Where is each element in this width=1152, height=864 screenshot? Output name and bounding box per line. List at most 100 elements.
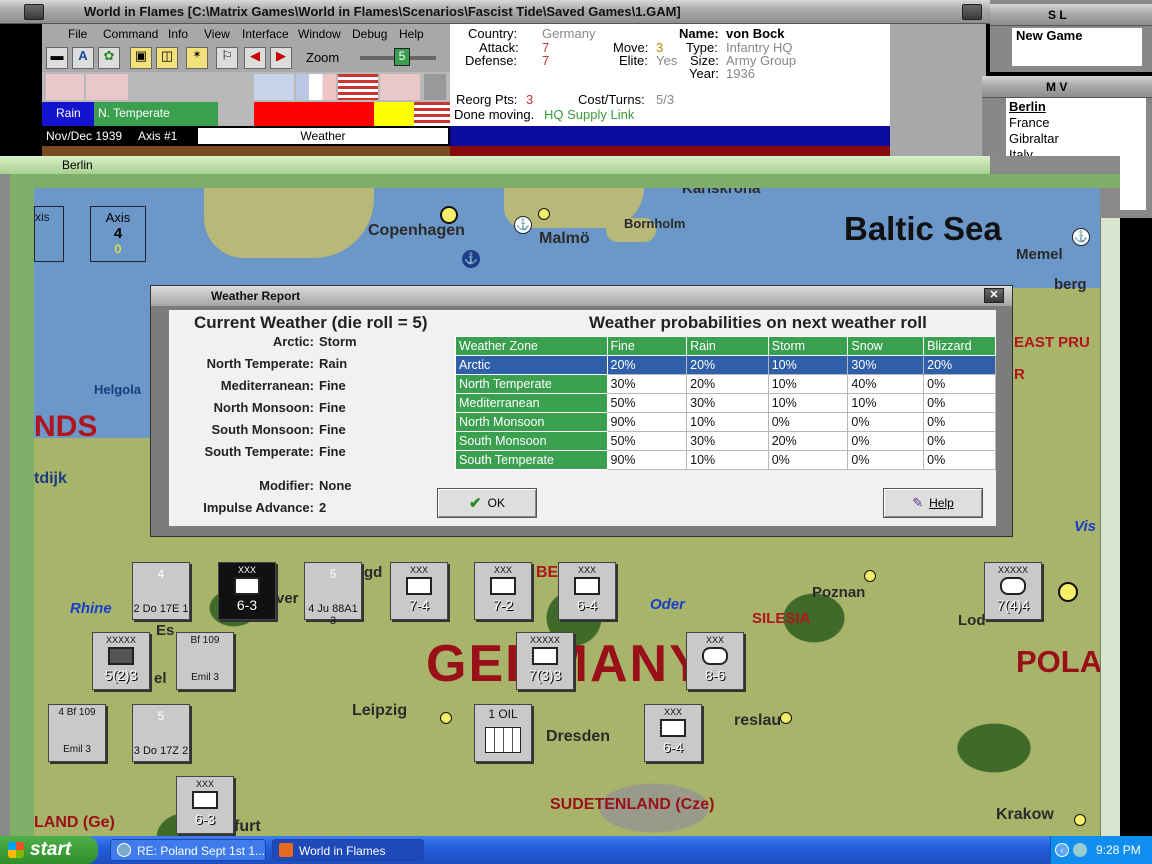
back-arrow-icon[interactable]: ◀: [244, 47, 266, 69]
row-blizzard: 20%: [923, 355, 996, 375]
mv-item-berlin[interactable]: Berlin: [1009, 99, 1146, 115]
usa-flag-icon[interactable]: [338, 74, 378, 100]
unit-berlin-m[interactable]: XXX 7-2: [474, 562, 532, 620]
taskbar-item-email[interactable]: RE: Poland Sept 1st 1...: [110, 839, 266, 861]
row-fine: 50%: [606, 393, 688, 413]
ok-button[interactable]: ✔ OK: [437, 488, 537, 518]
table-row[interactable]: North Temperate 30% 20% 10% 40% 0%: [455, 374, 996, 394]
unit-do17e[interactable]: 4 2 Do 17E 1: [132, 562, 190, 620]
menu-view[interactable]: View: [204, 27, 230, 41]
table-row[interactable]: North Monsoon 90% 10% 0% 0% 0%: [455, 412, 996, 432]
map-left-strip: [10, 174, 34, 836]
label-frankfurt: furt: [234, 818, 261, 835]
unit-bf109-b[interactable]: 4 Bf 109 Emil 3: [48, 704, 106, 762]
ok-button-label: OK: [487, 496, 505, 510]
germany-coords-bar: [450, 146, 890, 156]
menu-command[interactable]: Command: [103, 27, 158, 41]
edit-tool-icon[interactable]: ◫: [156, 47, 178, 69]
tray-expand-icon[interactable]: ‹: [1055, 843, 1069, 857]
mv-item-gibraltar[interactable]: Gibraltar: [1009, 131, 1146, 147]
unit-bf109-a-top: Bf 109: [190, 635, 220, 646]
unit-xlvii-arm[interactable]: XXX 8-6: [686, 632, 744, 690]
unit-von-bock[interactable]: XXXXX 7(3)3: [516, 632, 574, 690]
air-tool-icon[interactable]: A: [72, 47, 94, 69]
mv-item-france[interactable]: France: [1009, 115, 1146, 131]
unit-oil[interactable]: 1 OIL: [474, 704, 532, 762]
save-tool-icon[interactable]: ▣: [130, 47, 152, 69]
toolbar: ▬ A ✿ ▣ ◫ ✶ ⚐ ◀ ▶ Zoom 5: [42, 44, 450, 72]
windows-logo-icon: [8, 842, 24, 858]
row-snow: 10%: [847, 393, 925, 413]
unit-xxxiii-inf[interactable]: XXX 6-4: [558, 562, 616, 620]
label-dresden: Dresden: [546, 728, 611, 745]
menu-file[interactable]: File: [68, 27, 87, 41]
current-value-south-temperate: Fine: [319, 444, 346, 459]
cost-label: Cost/Turns:: [578, 92, 645, 107]
row-storm: 10%: [767, 393, 849, 413]
menu-help[interactable]: Help: [399, 27, 424, 41]
japan-flag-icon[interactable]: [380, 74, 420, 100]
unit-bf109-a[interactable]: Bf 109 Emil 3: [176, 632, 234, 690]
row-zone: Arctic: [455, 355, 608, 375]
unit-xxiii-inf[interactable]: XXX 6-4: [644, 704, 702, 762]
china-flag-icon[interactable]: [46, 74, 84, 100]
browser-icon: [117, 843, 131, 857]
germany-status-bar: [450, 126, 890, 146]
unit-ju88a1[interactable]: 5 4 Ju 88A1 3: [304, 562, 362, 627]
table-row[interactable]: South Temperate 90% 10% 0% 0% 0%: [455, 450, 996, 470]
table-row[interactable]: Mediterranean 50% 30% 10% 10% 0%: [455, 393, 996, 413]
weather-report-title: Weather Report: [211, 289, 301, 303]
minimize-button[interactable]: [962, 4, 982, 20]
taskbar-item-wif[interactable]: World in Flames: [272, 839, 424, 861]
weather-report-close-icon[interactable]: ✕: [984, 288, 1004, 303]
row-fine: 90%: [606, 450, 688, 470]
unit-vi-ss[interactable]: XXX 6-3: [218, 562, 276, 620]
uk-flag-icon[interactable]: [254, 74, 294, 100]
axis-box-sub: 0: [114, 242, 122, 256]
unit-xxxix-inf[interactable]: XXX 6-3: [176, 776, 234, 834]
settings-tool-icon[interactable]: ✿: [98, 47, 120, 69]
current-value-north-monsoon: Fine: [319, 400, 346, 415]
axis-impulse: Axis #1: [138, 129, 178, 143]
unit-berlin-strength: 7-2: [492, 597, 514, 613]
unit-xxxiii-strength: 6-4: [576, 597, 598, 613]
system-menu-button[interactable]: [24, 4, 44, 20]
label-copenhagen: Copenhagen: [368, 222, 465, 239]
unit-vi-ss-strength: 6-3: [236, 597, 258, 613]
new-game-item[interactable]: New Game: [1016, 28, 1082, 43]
label-gd: gd: [364, 564, 383, 581]
swiss-flag-icon[interactable]: [86, 74, 128, 100]
menu-info[interactable]: Info: [168, 27, 188, 41]
weather-strip: Rain N. Temperate: [42, 102, 450, 126]
current-value-south-monsoon: Fine: [319, 422, 346, 437]
menu-window[interactable]: Window: [298, 27, 341, 41]
flag-tool-icon[interactable]: ⚐: [216, 47, 238, 69]
unit-vi-ss-top: XXX: [237, 565, 256, 575]
france-flag-icon[interactable]: [296, 74, 336, 100]
weather-button[interactable]: Weather: [198, 128, 448, 144]
unit-von-leeb[interactable]: XXXXX 5(2)3: [92, 632, 150, 690]
start-button[interactable]: start: [0, 836, 98, 864]
unit-rundstedt[interactable]: XXXXX 7(4)4: [984, 562, 1042, 620]
memel-port-icon: ⚓: [1072, 228, 1090, 246]
zoom-value[interactable]: 5: [394, 48, 410, 66]
unit-tool-icon[interactable]: ▬: [46, 47, 68, 69]
label-leipzig: Leipzig: [352, 702, 408, 719]
unit-do17z[interactable]: 5 3 Do 17Z 2: [132, 704, 190, 762]
table-row[interactable]: South Monsoon 50% 30% 20% 0% 0%: [455, 431, 996, 451]
help-button[interactable]: ✎ Help: [883, 488, 983, 518]
unit-xiii-inf[interactable]: XXX 7-4: [390, 562, 448, 620]
network-icon[interactable]: [1073, 843, 1087, 857]
star-tool-icon[interactable]: ✶: [186, 47, 208, 69]
table-row[interactable]: Arctic 20% 20% 10% 30% 20%: [455, 355, 996, 375]
row-snow: 0%: [847, 431, 925, 451]
neutral-flag-icon[interactable]: [424, 74, 446, 100]
menu-interface[interactable]: Interface: [242, 27, 289, 41]
map-right-scrollbar[interactable]: [1100, 218, 1120, 836]
row-rain: 30%: [686, 431, 769, 451]
col-weather-zone: Weather Zone: [455, 336, 608, 356]
menu-debug[interactable]: Debug: [352, 27, 387, 41]
unit-xxiii-strength: 6-4: [662, 739, 684, 755]
forward-arrow-icon[interactable]: ▶: [270, 47, 292, 69]
hq-supply-link[interactable]: HQ Supply Link: [544, 107, 634, 122]
